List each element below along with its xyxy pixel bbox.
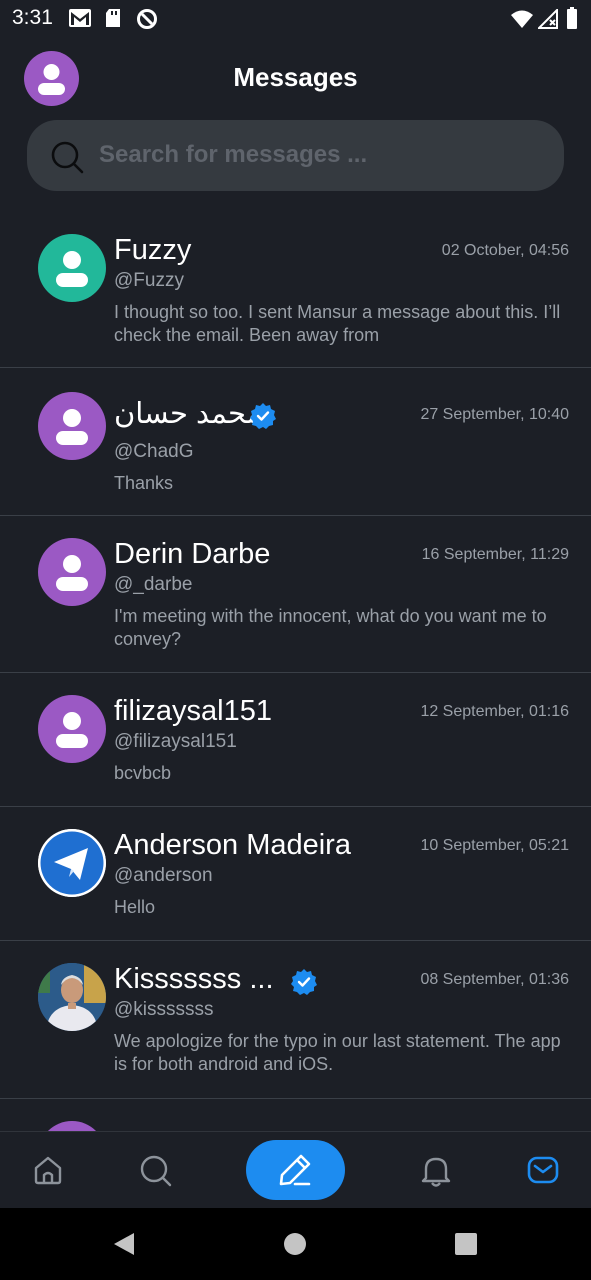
avatar [38,234,106,302]
message-time: 10 September, 05:21 [420,837,569,854]
avatar [38,1121,106,1131]
battery-icon [566,7,578,34]
message-preview: Thanks [114,473,174,493]
search-input[interactable] [99,132,539,178]
message-time: 27 September, 10:40 [420,406,569,423]
message-preview: We apologize for the typo in our last st… [114,1031,561,1074]
data-saver-icon [136,8,158,35]
avatar [38,538,106,606]
message-preview: I thought so too. I sent Mansur a messag… [114,302,561,345]
messages-screen: 3:31 Messages Search for messages ... Fu… [0,0,591,1280]
message-time: 12 September, 01:16 [420,703,569,720]
bottom-nav [0,1131,591,1208]
compose-button[interactable] [246,1140,345,1200]
system-nav-bar [0,1208,591,1280]
conversation-item-anderson-madeira[interactable]: Anderson Madeira 10 September, 05:21 @an… [0,807,591,941]
contact-name: Kisssssss ... [114,963,274,995]
pencil-icon [279,1154,311,1186]
telegram-icon [38,829,106,897]
contact-name: محمد حسان [114,398,263,430]
back-icon[interactable] [112,1232,136,1261]
conversation-item-kisssssss[interactable]: Kisssssss ... 08 September, 01:36 @kisss… [0,941,591,1099]
contact-name: Anderson Madeira [114,829,351,861]
contact-handle: @_darbe [114,574,193,595]
avatar-photo [38,963,106,1031]
message-preview: bcvbcb [114,763,172,783]
avatar [38,392,106,460]
conversation-item-derin-darbe[interactable]: Derin Darbe 16 September, 11:29 @_darbe … [0,516,591,673]
search-nav-icon[interactable] [139,1154,173,1193]
verified-badge-icon [249,402,277,435]
contact-handle: @anderson [114,865,213,886]
contact-name: Fuzzy [114,234,192,266]
envelope-icon[interactable] [527,1154,559,1191]
conversation-item-filizaysal151[interactable]: filizaysal151 12 September, 01:16 @filiz… [0,673,591,807]
search-bar[interactable] [27,120,564,191]
search-icon [51,141,84,174]
conversation-item-chadg[interactable]: محمد حسان 27 September, 10:40 @ChadG Tha… [0,368,591,516]
verified-badge-icon [290,968,318,1001]
wifi-icon [510,9,534,34]
home-icon[interactable] [32,1154,64,1191]
header: Messages [0,38,591,118]
message-time: 08 September, 01:36 [420,971,569,988]
avatar [38,829,106,897]
message-preview: I'm meeting with the innocent, what do y… [114,606,547,649]
gmail-icon [68,8,92,33]
sd-card-icon [104,8,122,33]
contact-name: Derin Darbe [114,538,271,570]
contact-handle: @ChadG [114,441,194,462]
home-button-icon[interactable] [284,1233,306,1260]
conversation-item-fuzzy[interactable]: Fuzzy 02 October, 04:56 @Fuzzy I thought… [0,212,591,368]
contact-handle: @filizaysal151 [114,731,237,752]
page-title: Messages [233,62,358,92]
status-time: 3:31 [12,6,53,29]
contact-handle: @Fuzzy [114,270,184,291]
signal-icon [536,7,558,34]
conversation-list[interactable]: Fuzzy 02 October, 04:56 @Fuzzy I thought… [0,212,591,1131]
contact-name: filizaysal151 [114,695,272,727]
message-preview: Hello [114,897,156,917]
message-time: 16 September, 11:29 [421,546,569,563]
message-time: 02 October, 04:56 [441,242,569,259]
recents-icon[interactable] [455,1233,477,1260]
status-bar: 3:31 [0,0,591,38]
contact-handle: @kisssssss [114,999,214,1020]
conversation-item-partial[interactable] [0,1099,591,1131]
avatar [38,695,106,763]
bell-icon[interactable] [420,1154,452,1193]
